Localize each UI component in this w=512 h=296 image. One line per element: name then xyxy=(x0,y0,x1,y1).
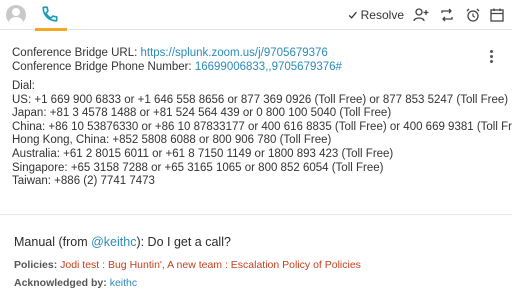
more-options-icon[interactable] xyxy=(486,50,496,66)
acknowledged-label: Acknowledged by: xyxy=(14,277,107,289)
reassign-icon xyxy=(441,8,453,22)
add-responder-icon xyxy=(413,8,429,22)
conference-bridge-card: Conference Bridge URL: https://splunk.zo… xyxy=(0,30,512,215)
user-avatar-icon[interactable] xyxy=(6,5,26,25)
manual-prefix: Manual (from xyxy=(14,235,92,249)
policies-row: Policies: Jodi test : Bug Huntin', A new… xyxy=(14,259,361,271)
bridge-url-label: Conference Bridge URL: xyxy=(12,47,138,59)
dial-line: Japan: +81 3 4578 1488 or +81 524 564 43… xyxy=(12,107,392,120)
bridge-phone-row: Conference Bridge Phone Number: 16699006… xyxy=(12,60,342,74)
schedule-button[interactable] xyxy=(488,6,506,24)
dial-line: China: +86 10 53876330 or +86 10 8783317… xyxy=(12,120,512,133)
bridge-url-row: Conference Bridge URL: https://splunk.zo… xyxy=(12,46,328,60)
dial-line: Singapore: +65 3158 7288 or +65 3165 106… xyxy=(12,161,384,174)
bridge-phone-label: Conference Bridge Phone Number: xyxy=(12,61,192,73)
snooze-alarm-icon xyxy=(466,8,480,22)
dial-heading: Dial: xyxy=(12,80,36,92)
add-responder-button[interactable] xyxy=(412,6,430,24)
resolve-label: Resolve xyxy=(360,8,404,22)
user-mention-link[interactable]: @keithc xyxy=(91,235,136,249)
checkmark-icon xyxy=(348,11,357,19)
bridge-url-link[interactable]: https://splunk.zoom.us/j/9705679376 xyxy=(141,47,328,59)
policies-label: Policies: xyxy=(14,259,58,271)
section-divider xyxy=(0,214,512,215)
policies-link[interactable]: Jodi test : Bug Huntin', A new team : Es… xyxy=(60,259,361,271)
phone-icon xyxy=(42,6,58,22)
dial-in-numbers: Dial: US: +1 669 900 6833 or +1 646 558 … xyxy=(12,80,512,189)
tab-phone[interactable] xyxy=(33,0,67,31)
acknowledged-row: Acknowledged by: keithc xyxy=(14,277,137,289)
resolve-button[interactable]: Resolve xyxy=(348,6,404,24)
acknowledged-user-link[interactable]: keithc xyxy=(110,277,137,289)
dial-line: Taiwan: +886 (2) 7741 7473 xyxy=(12,175,155,188)
bridge-phone-link[interactable]: 16699006833,,9705679376# xyxy=(195,61,342,73)
calendar-icon xyxy=(490,8,504,22)
reassign-button[interactable] xyxy=(438,6,456,24)
dial-line: US: +1 669 900 6833 or +1 646 558 8656 o… xyxy=(12,93,509,106)
manual-suffix: ): Do I get a call? xyxy=(136,235,231,249)
dial-line: Hong Kong, China: +852 5808 6088 or 800 … xyxy=(12,134,332,147)
manual-alert-message: Manual (from @keithc): Do I get a call? xyxy=(14,235,231,249)
dial-line: Australia: +61 2 8015 6011 or +61 8 7150… xyxy=(12,147,394,160)
incident-header-bar: Resolve xyxy=(0,0,512,31)
snooze-button[interactable] xyxy=(464,6,482,24)
